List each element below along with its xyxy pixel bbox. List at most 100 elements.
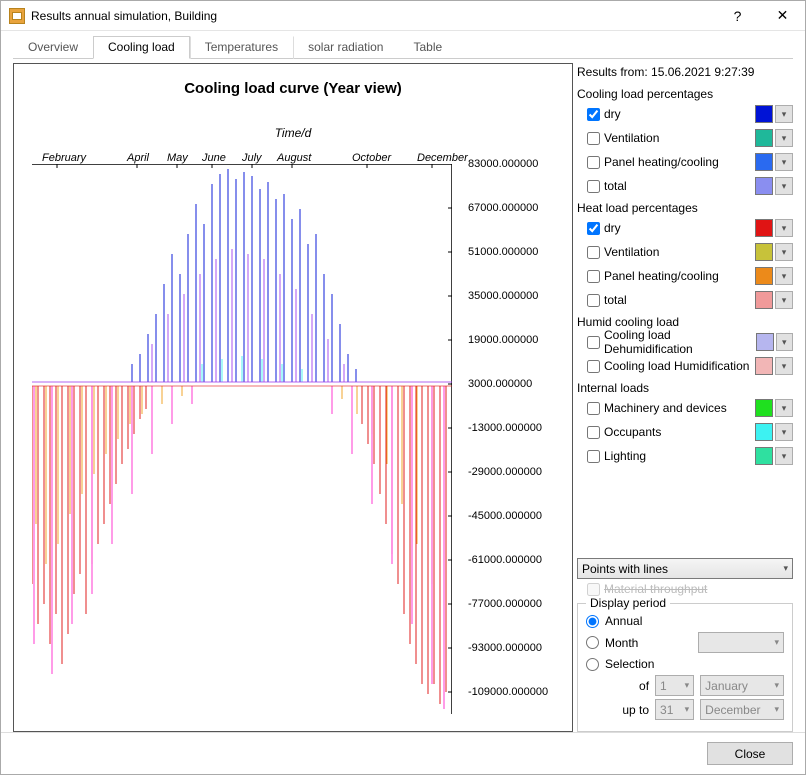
tab-temperatures[interactable]: Temperatures <box>190 36 293 59</box>
color-dropdown-button[interactable]: ▾ <box>775 267 793 285</box>
color-dropdown-button[interactable]: ▾ <box>775 243 793 261</box>
color-dropdown-button[interactable]: ▾ <box>775 153 793 171</box>
checkbox-label: total <box>604 179 627 193</box>
heat-row: dry ▾ <box>587 217 793 239</box>
cooling-row: Panel heating/cooling ▾ <box>587 151 793 173</box>
of-month-combo[interactable]: January▾ <box>700 675 784 696</box>
internal-checkbox[interactable] <box>587 426 600 439</box>
cooling-checkbox[interactable] <box>587 132 600 145</box>
y-tick: -93000.000000 <box>468 642 542 654</box>
chart-pane: Cooling load curve (Year view) Time/d Fe… <box>13 63 573 732</box>
color-swatch[interactable] <box>755 243 773 261</box>
chart-y-ticks: 83000.000000 67000.000000 51000.000000 3… <box>462 164 570 732</box>
humid-checkbox[interactable] <box>587 336 600 349</box>
cooling-checkbox[interactable] <box>587 180 600 193</box>
y-tick: -13000.000000 <box>468 422 542 434</box>
color-dropdown-button[interactable]: ▾ <box>775 399 793 417</box>
tab-table[interactable]: Table <box>398 36 457 59</box>
color-swatch[interactable] <box>755 423 773 441</box>
heat-row: Panel heating/cooling ▾ <box>587 265 793 287</box>
checkbox-label: total <box>604 293 627 307</box>
color-dropdown-button[interactable]: ▾ <box>775 447 793 465</box>
window-close-button[interactable]: ✕ <box>760 1 805 30</box>
internal-checkbox[interactable] <box>587 450 600 463</box>
color-dropdown-button[interactable]: ▾ <box>775 357 793 375</box>
close-button[interactable]: Close <box>707 742 793 765</box>
to-day-combo[interactable]: 31▾ <box>655 699 694 720</box>
section-internal-label: Internal loads <box>577 381 793 395</box>
chart-title: Cooling load curve (Year view) <box>14 80 572 97</box>
cooling-checkbox[interactable] <box>587 156 600 169</box>
color-dropdown-button[interactable]: ▾ <box>775 423 793 441</box>
y-tick: 35000.000000 <box>468 290 538 302</box>
checkbox-label: Panel heating/cooling <box>604 155 719 169</box>
tab-overview[interactable]: Overview <box>13 36 93 59</box>
footer: Close <box>1 732 805 774</box>
radio-month[interactable] <box>586 636 599 649</box>
section-heat-label: Heat load percentages <box>577 201 793 215</box>
heat-checkbox[interactable] <box>587 246 600 259</box>
tab-solar-radiation[interactable]: solar radiation <box>293 36 398 59</box>
cooling-row: total ▾ <box>587 175 793 197</box>
y-tick: 51000.000000 <box>468 246 538 258</box>
radio-annual[interactable] <box>586 615 599 628</box>
line-style-combo[interactable]: Points with lines ▾ <box>577 558 793 579</box>
color-swatch[interactable] <box>755 219 773 237</box>
heat-checkbox[interactable] <box>587 294 600 307</box>
color-dropdown-button[interactable]: ▾ <box>775 219 793 237</box>
section-humid-label: Humid cooling load <box>577 315 793 329</box>
color-dropdown-button[interactable]: ▾ <box>776 333 793 351</box>
of-day-combo[interactable]: 1▾ <box>655 675 694 696</box>
radio-label: Selection <box>605 657 654 671</box>
heat-checkbox[interactable] <box>587 222 600 235</box>
color-swatch[interactable] <box>756 333 773 351</box>
color-dropdown-button[interactable]: ▾ <box>775 177 793 195</box>
color-dropdown-button[interactable]: ▾ <box>775 129 793 147</box>
tab-bar: Overview Cooling load Temperatures solar… <box>13 35 793 59</box>
color-dropdown-button[interactable]: ▾ <box>775 291 793 309</box>
help-button[interactable]: ? <box>715 1 760 30</box>
color-swatch[interactable] <box>755 177 773 195</box>
y-tick: -61000.000000 <box>468 554 542 566</box>
checkbox-label: Panel heating/cooling <box>604 269 719 283</box>
color-swatch[interactable] <box>755 399 773 417</box>
color-dropdown-button[interactable]: ▾ <box>775 105 793 123</box>
color-swatch[interactable] <box>755 153 773 171</box>
color-swatch[interactable] <box>755 129 773 147</box>
titlebar: Results annual simulation, Building ? ✕ <box>1 1 805 31</box>
x-tick: June <box>202 152 226 164</box>
x-tick: February <box>42 152 86 164</box>
y-tick: -109000.000000 <box>468 686 548 698</box>
x-tick: April <box>127 152 149 164</box>
chevron-down-icon: ▾ <box>783 563 788 574</box>
combo-value: December <box>705 703 760 717</box>
cooling-row: Ventilation▾ <box>587 127 793 149</box>
combo-value: January <box>705 679 748 693</box>
checkbox-label: dry <box>604 221 621 235</box>
checkbox-label: Machinery and devices <box>604 401 727 415</box>
color-swatch[interactable] <box>755 357 773 375</box>
y-tick: 3000.000000 <box>468 378 532 390</box>
internal-row: Occupants▾ <box>587 421 793 443</box>
internal-checkbox[interactable] <box>587 402 600 415</box>
combo-value: 1 <box>660 679 667 693</box>
x-tick: August <box>277 152 311 164</box>
month-combo[interactable]: ▾ <box>698 632 784 653</box>
y-tick: 19000.000000 <box>468 334 538 346</box>
checkbox-material-throughput[interactable] <box>587 583 600 596</box>
cooling-checkbox[interactable] <box>587 108 600 121</box>
tab-cooling-load[interactable]: Cooling load <box>93 36 190 59</box>
heat-checkbox[interactable] <box>587 270 600 283</box>
to-month-combo[interactable]: December▾ <box>700 699 784 720</box>
app-icon <box>9 8 25 24</box>
radio-selection[interactable] <box>586 658 599 671</box>
humid-checkbox[interactable] <box>587 360 600 373</box>
color-swatch[interactable] <box>755 291 773 309</box>
color-swatch[interactable] <box>755 267 773 285</box>
chart-plot-area[interactable] <box>32 164 452 714</box>
of-label: of <box>616 679 649 693</box>
y-tick: 83000.000000 <box>468 158 538 170</box>
color-swatch[interactable] <box>755 105 773 123</box>
color-swatch[interactable] <box>755 447 773 465</box>
line-style-value: Points with lines <box>582 562 668 576</box>
